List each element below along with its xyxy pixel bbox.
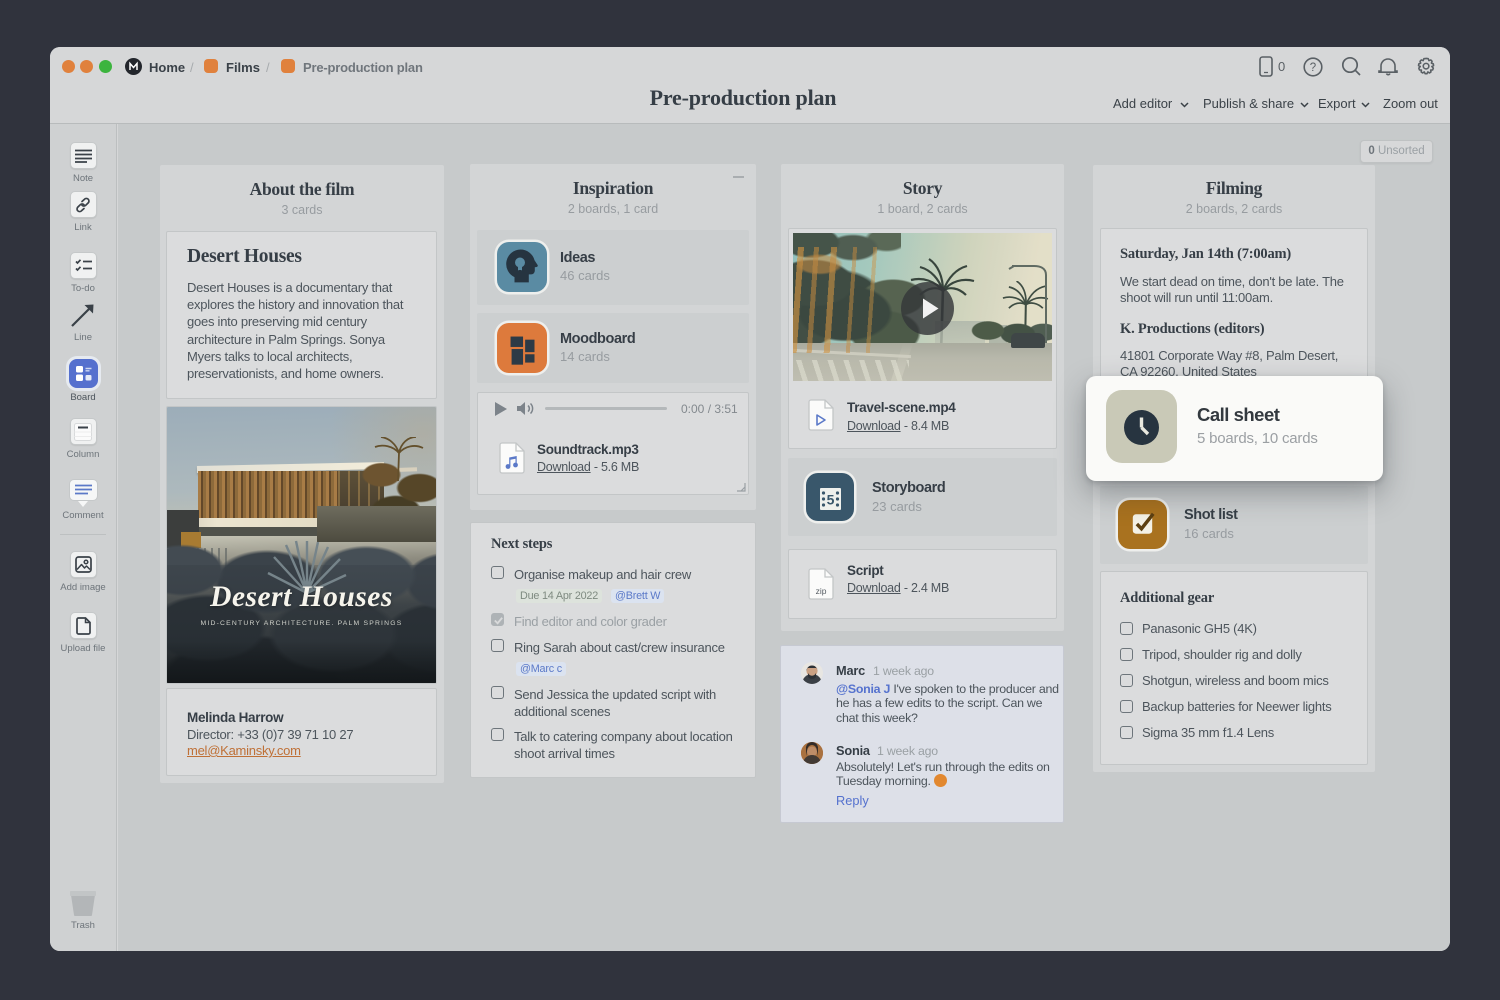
svg-text:zip: zip: [816, 586, 827, 596]
svg-text:5: 5: [827, 492, 835, 508]
svg-text:?: ?: [1310, 62, 1316, 74]
